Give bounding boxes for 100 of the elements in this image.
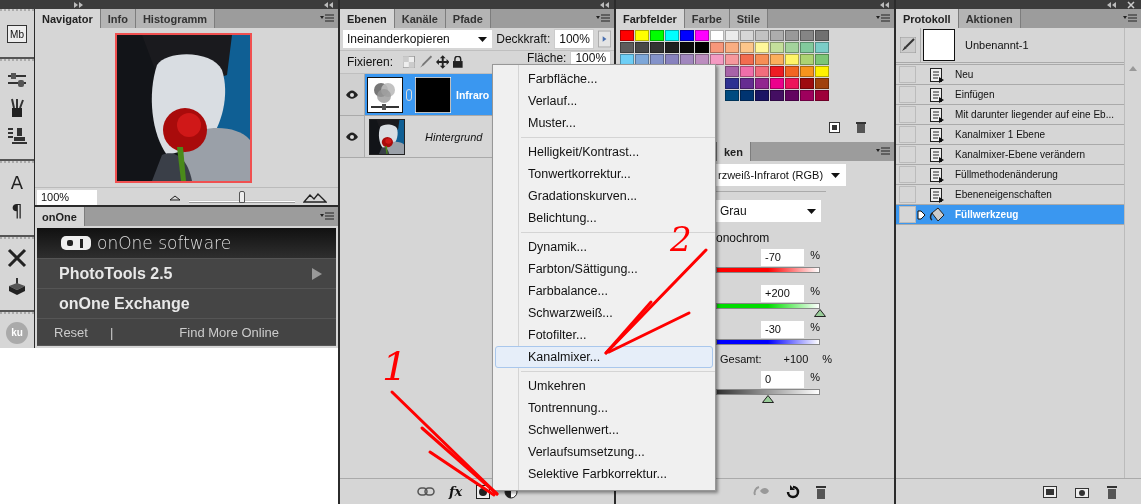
tab[interactable]: onOne bbox=[35, 207, 85, 226]
color-swatch[interactable] bbox=[815, 90, 829, 101]
color-swatch[interactable] bbox=[755, 66, 769, 77]
color-swatch[interactable] bbox=[725, 66, 739, 77]
tab[interactable]: Pfade bbox=[445, 9, 491, 28]
menu-item[interactable]: Fotofilter... bbox=[519, 324, 592, 346]
zoom-in-icon[interactable] bbox=[303, 192, 327, 203]
color-swatch[interactable] bbox=[770, 30, 784, 41]
value-field[interactable]: 0 bbox=[761, 371, 805, 388]
color-swatch[interactable] bbox=[770, 78, 784, 89]
mask-thumbnail[interactable] bbox=[415, 76, 451, 113]
tool-button[interactable]: A bbox=[10, 171, 24, 194]
eye-icon[interactable] bbox=[345, 132, 359, 141]
color-swatch[interactable] bbox=[695, 54, 709, 65]
menu-item[interactable]: Tontrennung... bbox=[519, 397, 613, 419]
tab[interactable]: Info bbox=[100, 9, 136, 28]
history-step[interactable]: Einfügen bbox=[896, 85, 1124, 105]
color-swatch[interactable] bbox=[725, 42, 739, 53]
link-icon[interactable] bbox=[406, 88, 412, 101]
menu-item[interactable]: Verlauf... bbox=[519, 90, 583, 112]
close-icon[interactable] bbox=[1127, 0, 1135, 9]
link[interactable]: Find More Online bbox=[179, 324, 280, 340]
color-swatch[interactable] bbox=[800, 54, 814, 65]
color-swatch[interactable] bbox=[755, 54, 769, 65]
color-swatch[interactable] bbox=[665, 30, 679, 41]
menu-item[interactable]: Umkehren bbox=[519, 375, 591, 397]
menu-item[interactable]: Dynamik... bbox=[519, 236, 593, 258]
menu-item[interactable]: Farbton/Sättigung... bbox=[519, 258, 643, 280]
panel-menu-icon[interactable] bbox=[1123, 14, 1137, 23]
color-swatch[interactable] bbox=[695, 42, 709, 53]
color-swatch[interactable] bbox=[800, 42, 814, 53]
menu-item[interactable]: PhotoTools 2.5 bbox=[37, 259, 336, 289]
channel-dropdown[interactable]: Grau bbox=[716, 200, 821, 222]
color-swatch[interactable] bbox=[620, 42, 634, 53]
history-step[interactable]: Neu bbox=[896, 65, 1124, 85]
tool-button[interactable]: Mb bbox=[7, 25, 27, 43]
brush-icon[interactable] bbox=[900, 37, 916, 53]
checkbox-label[interactable]: onochrom bbox=[716, 231, 894, 245]
camera-icon[interactable] bbox=[1075, 485, 1089, 498]
menu-item[interactable]: Kanalmixer... bbox=[495, 346, 713, 368]
color-swatch[interactable] bbox=[785, 54, 799, 65]
color-swatch[interactable] bbox=[725, 30, 739, 41]
history-step[interactable]: Kanalmixer-Ebene verändern bbox=[896, 145, 1124, 165]
zoom-field[interactable]: 100% bbox=[37, 190, 97, 205]
menu-item[interactable]: Verlaufsumsetzung... bbox=[519, 441, 650, 463]
snapshot-thumbnail[interactable] bbox=[923, 29, 955, 61]
tab[interactable]: Aktionen bbox=[958, 9, 1021, 28]
color-swatch[interactable] bbox=[755, 78, 769, 89]
color-swatch[interactable] bbox=[740, 30, 754, 41]
color-swatch[interactable] bbox=[665, 54, 679, 65]
color-swatch[interactable] bbox=[815, 54, 829, 65]
color-swatch[interactable] bbox=[800, 78, 814, 89]
color-swatch[interactable] bbox=[620, 30, 634, 41]
color-swatch[interactable] bbox=[755, 42, 769, 53]
color-swatch[interactable] bbox=[815, 42, 829, 53]
value-field[interactable]: -70 bbox=[761, 249, 805, 266]
brushes-icon[interactable] bbox=[9, 96, 25, 119]
pointer-icon[interactable] bbox=[917, 209, 926, 220]
color-swatch[interactable] bbox=[815, 30, 829, 41]
color-swatch[interactable] bbox=[710, 30, 724, 41]
color-swatch[interactable] bbox=[770, 90, 784, 101]
eye-icon[interactable] bbox=[345, 90, 359, 99]
tab[interactable]: Histogramm bbox=[135, 9, 216, 28]
color-swatch[interactable] bbox=[770, 66, 784, 77]
tab[interactable]: Farbfelder bbox=[616, 9, 685, 28]
opacity-field[interactable]: 100% bbox=[554, 29, 594, 49]
value-field[interactable]: +200 bbox=[761, 285, 805, 302]
color-swatch[interactable] bbox=[725, 90, 739, 101]
arrow-button-icon[interactable] bbox=[597, 30, 611, 48]
panel-menu-icon[interactable] bbox=[320, 14, 334, 23]
menu-item[interactable]: Gradationskurven... bbox=[519, 185, 643, 207]
color-swatch[interactable] bbox=[800, 90, 814, 101]
slider-thumb[interactable] bbox=[814, 309, 826, 317]
color-swatch[interactable] bbox=[695, 30, 709, 41]
menu-item[interactable]: Schwellenwert... bbox=[519, 419, 624, 441]
color-swatch[interactable] bbox=[650, 54, 664, 65]
new-document-icon[interactable] bbox=[1043, 485, 1057, 498]
panel-menu-icon[interactable] bbox=[876, 147, 890, 156]
color-swatch[interactable] bbox=[680, 54, 694, 65]
color-swatch[interactable] bbox=[740, 42, 754, 53]
zoom-out-icon[interactable] bbox=[169, 194, 181, 201]
tab[interactable]: Stile bbox=[729, 9, 768, 28]
scroll-up-icon[interactable] bbox=[1129, 66, 1137, 71]
menu-item[interactable]: Schwarzweiß... bbox=[519, 302, 618, 324]
color-swatch[interactable] bbox=[740, 66, 754, 77]
lock-icon[interactable] bbox=[453, 56, 464, 68]
color-swatch[interactable] bbox=[740, 90, 754, 101]
tab[interactable]: Protokoll bbox=[896, 9, 959, 28]
color-swatch[interactable] bbox=[635, 30, 649, 41]
trash-icon[interactable] bbox=[856, 121, 866, 133]
color-swatch[interactable] bbox=[800, 30, 814, 41]
menu-item[interactable]: Farbbalance... bbox=[519, 280, 613, 302]
history-step[interactable]: Kanalmixer 1 Ebene bbox=[896, 125, 1124, 145]
color-swatch[interactable] bbox=[665, 42, 679, 53]
tab[interactable]: Navigator bbox=[35, 9, 101, 28]
color-swatch[interactable] bbox=[650, 30, 664, 41]
link[interactable]: Reset bbox=[54, 324, 88, 340]
trash-icon[interactable] bbox=[816, 484, 826, 499]
new-swatch-icon[interactable] bbox=[829, 121, 840, 133]
panel-menu-icon[interactable] bbox=[320, 212, 334, 221]
